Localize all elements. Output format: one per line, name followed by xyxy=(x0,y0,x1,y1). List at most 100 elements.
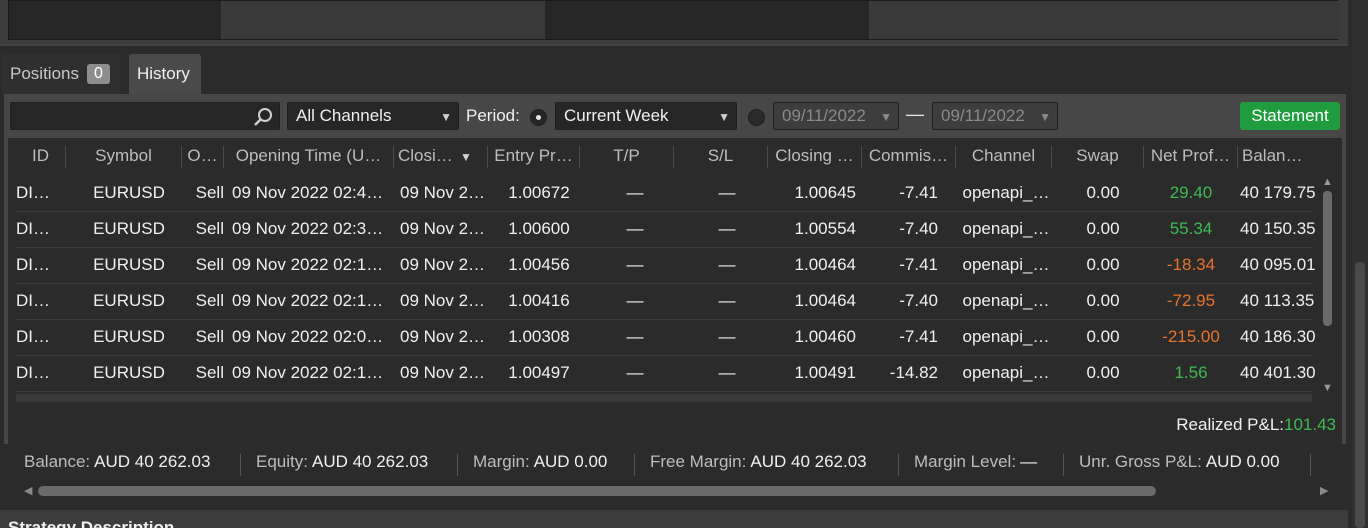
cell-tp: — xyxy=(626,183,644,202)
date-to-value: 09/11/2022 xyxy=(941,106,1025,125)
cell-side: Sell xyxy=(195,363,224,382)
search-icon[interactable] xyxy=(253,107,273,127)
tab-history[interactable]: History xyxy=(129,54,201,94)
table-header: ID Symbol O… Opening Time (U… Closi… Ent… xyxy=(8,138,1308,176)
date-to-picker[interactable]: 09/11/2022 ▼ xyxy=(932,102,1058,130)
col-header-symbol[interactable]: Symbol xyxy=(66,146,182,168)
cell-closing-price: 1.00464 xyxy=(794,291,856,310)
cell-commission: -7.40 xyxy=(899,291,938,310)
scroll-left-icon[interactable]: ◀ xyxy=(24,484,32,497)
summary-margin-label: Margin: xyxy=(473,452,530,471)
period-select[interactable]: Current Week ▼ xyxy=(555,102,737,130)
date-from-picker[interactable]: 09/11/2022 ▼ xyxy=(773,102,899,130)
page-scroll-thumb[interactable] xyxy=(1355,262,1365,528)
table-horizontal-scrollbar[interactable] xyxy=(16,394,1312,402)
cell-close-time: 09 Nov 2… xyxy=(400,183,486,202)
period-radio-custom-range[interactable] xyxy=(748,109,765,126)
col-header-channel[interactable]: Channel xyxy=(956,146,1052,168)
col-header-balance[interactable]: Balan… xyxy=(1242,146,1314,168)
cell-sl: — xyxy=(718,255,736,274)
chevron-down-icon: ▼ xyxy=(1039,110,1051,124)
summary-equity: Equity: AUD 40 262.03 xyxy=(256,452,428,472)
summary-unrealized-pnl: Unr. Gross P&L: AUD 0.00 xyxy=(1079,452,1280,472)
cell-open-time: 09 Nov 2022 02:4… xyxy=(232,183,384,202)
cell-open-time: 09 Nov 2022 02:1… xyxy=(232,291,384,310)
scroll-up-icon[interactable]: ▲ xyxy=(1322,176,1333,188)
search-input[interactable] xyxy=(10,102,280,130)
table-row[interactable]: DI… EURUSD Sell 09 Nov 2022 02:1… 09 Nov 2… 1… xyxy=(16,284,1314,320)
cell-id: DI… xyxy=(16,255,50,274)
period-label: Period: xyxy=(466,106,520,125)
divider xyxy=(240,454,241,476)
table-row[interactable]: DI… EURUSD Sell 09 Nov 2022 02:1… 09 Nov 2… 1… xyxy=(16,356,1316,392)
tab-positions[interactable]: Positions 0 xyxy=(2,54,120,94)
table-vertical-scrollbar[interactable]: ▲ ▼ xyxy=(1322,176,1334,396)
chevron-down-icon: ▼ xyxy=(718,110,730,124)
table-scroll-thumb[interactable] xyxy=(1323,191,1332,326)
scroll-down-icon[interactable]: ▼ xyxy=(1322,382,1333,394)
col-header-closing-time[interactable]: Closi… xyxy=(394,146,488,168)
table-row[interactable]: DI… EURUSD Sell 09 Nov 2022 02:4… 09 Nov 2… 1… xyxy=(16,176,1316,212)
period-radio-current-week[interactable] xyxy=(530,109,547,126)
cell-entry-price: 1.00672 xyxy=(508,183,570,202)
cell-closing-price: 1.00460 xyxy=(794,327,856,346)
col-header-commission[interactable]: Commis… xyxy=(862,146,956,168)
cell-entry-price: 1.00600 xyxy=(508,219,570,238)
top-chart-area xyxy=(8,0,1339,40)
col-header-id[interactable]: ID xyxy=(16,146,66,168)
sort-desc-icon: ▼ xyxy=(460,150,472,164)
cell-channel: openapi_… xyxy=(962,291,1050,310)
page-vertical-scrollbar[interactable] xyxy=(1352,0,1368,528)
summary-free-margin-label: Free Margin: xyxy=(650,452,747,471)
cell-commission: -14.82 xyxy=(889,363,938,382)
summary-horizontal-scrollbar[interactable]: ◀ ▶ xyxy=(24,484,1334,498)
cell-swap: 0.00 xyxy=(1086,291,1120,310)
summary-balance-label: Balance: xyxy=(24,452,91,471)
summary-balance-value: AUD 40 262.03 xyxy=(94,452,211,471)
cell-balance: 40 401.30 xyxy=(1240,363,1316,382)
cell-sl: — xyxy=(718,183,736,202)
col-header-opening-time[interactable]: Opening Time (U… xyxy=(224,146,394,168)
col-header-closing-price[interactable]: Closing … xyxy=(768,146,862,168)
col-header-order-type[interactable]: O… xyxy=(182,146,224,168)
summary-free-margin-value: AUD 40 262.03 xyxy=(750,452,867,471)
statement-button[interactable]: Statement xyxy=(1240,102,1340,130)
cell-closing-price: 1.00464 xyxy=(794,255,856,274)
cell-entry-price: 1.00308 xyxy=(508,327,570,346)
cell-close-time: 09 Nov 2… xyxy=(400,327,486,346)
cell-swap: 0.00 xyxy=(1086,255,1120,274)
strategy-description-panel: Strategy Description xyxy=(0,510,1348,528)
col-header-net-profit[interactable]: Net Prof… xyxy=(1144,146,1238,168)
cell-commission: -7.40 xyxy=(899,219,938,238)
divider xyxy=(457,454,458,476)
chevron-down-icon: ▼ xyxy=(880,110,892,124)
account-summary-bar: Balance: AUD 40 262.03 Equity: AUD 40 262.… xyxy=(10,452,1344,478)
cell-symbol: EURUSD xyxy=(93,183,165,202)
channels-select[interactable]: All Channels ▼ xyxy=(287,102,459,130)
table-row[interactable]: DI… EURUSD Sell 09 Nov 2022 02:0… 09 Nov 2… 1… xyxy=(16,320,1316,356)
cell-close-time: 09 Nov 2… xyxy=(400,219,486,238)
summary-scroll-thumb[interactable] xyxy=(38,486,1156,496)
cell-side: Sell xyxy=(195,327,224,346)
cell-swap: 0.00 xyxy=(1086,183,1120,202)
top-segment xyxy=(869,1,1339,39)
top-panel xyxy=(0,0,1348,46)
scroll-right-icon[interactable]: ▶ xyxy=(1320,484,1328,497)
col-header-sl[interactable]: S/L xyxy=(674,146,768,168)
cell-balance: 40 186.30 xyxy=(1240,327,1316,346)
summary-margin-value: AUD 0.00 xyxy=(533,452,608,471)
chevron-down-icon: ▼ xyxy=(440,110,452,124)
col-header-entry-price[interactable]: Entry Pr… xyxy=(488,146,580,168)
cell-commission: -7.41 xyxy=(899,183,938,202)
col-header-tp[interactable]: T/P xyxy=(580,146,674,168)
col-header-swap[interactable]: Swap xyxy=(1052,146,1144,168)
channels-select-value: All Channels xyxy=(296,106,392,125)
cell-sl: — xyxy=(718,363,736,382)
cell-side: Sell xyxy=(195,183,224,202)
table-row[interactable]: DI… EURUSD Sell 09 Nov 2022 02:1… 09 Nov 2… 1… xyxy=(16,248,1316,284)
cell-sl: — xyxy=(718,291,736,310)
table-row[interactable]: DI… EURUSD Sell 09 Nov 2022 02:3… 09 Nov 2… 1… xyxy=(16,212,1316,248)
summary-equity-value: AUD 40 262.03 xyxy=(311,452,429,471)
cell-id: DI… xyxy=(16,183,50,202)
cell-channel: openapi_… xyxy=(962,327,1050,346)
